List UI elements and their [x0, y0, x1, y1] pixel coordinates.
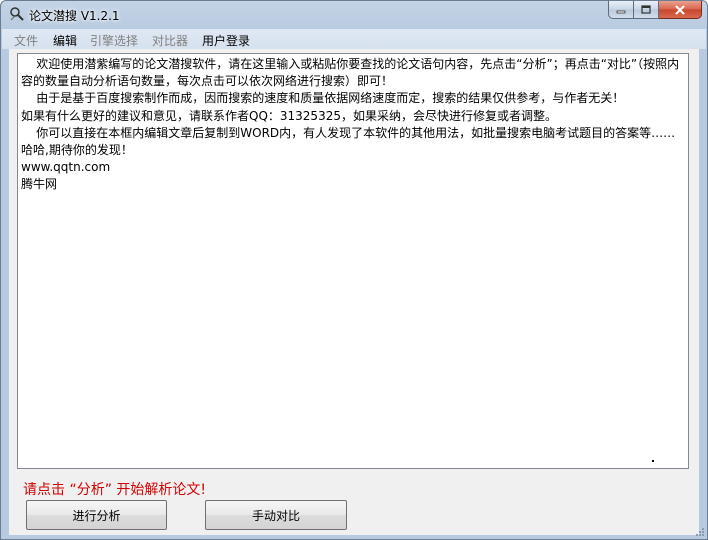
- client-area: 欢迎使用潜紫编写的论文潜搜软件，请在这里输入或粘贴你要查找的论文语句内容，先点击…: [9, 49, 699, 535]
- menu-file[interactable]: 文件: [14, 32, 38, 49]
- menu-engine-select[interactable]: 引擎选择: [90, 32, 138, 49]
- app-window: 论文潜搜 V1.2.1 文件 编辑 引擎选择 对比器 用户登录 欢迎使用潜紫编写…: [0, 0, 708, 540]
- window-title: 论文潜搜 V1.2.1: [29, 9, 120, 23]
- minimize-button[interactable]: [608, 1, 634, 19]
- menu-bar: 文件 编辑 引擎选择 对比器 用户登录: [2, 29, 706, 49]
- manual-compare-button[interactable]: 手动对比: [205, 500, 347, 530]
- status-prompt: 请点击 “分析” 开始解析论文!: [23, 482, 207, 498]
- close-icon: [675, 4, 685, 15]
- title-bar[interactable]: 论文潜搜 V1.2.1: [1, 1, 707, 29]
- caption-buttons: [608, 1, 702, 20]
- close-button[interactable]: [659, 1, 702, 19]
- text-cursor: [652, 460, 654, 462]
- app-icon: [10, 7, 24, 21]
- analyze-button[interactable]: 进行分析: [26, 500, 167, 530]
- article-textarea[interactable]: 欢迎使用潜紫编写的论文潜搜软件，请在这里输入或粘贴你要查找的论文语句内容，先点击…: [17, 53, 689, 469]
- menu-comparer[interactable]: 对比器: [152, 32, 188, 49]
- resize-grip-icon[interactable]: [694, 526, 704, 536]
- maximize-button[interactable]: [634, 1, 659, 19]
- minimize-icon: [616, 10, 626, 13]
- maximize-icon: [641, 5, 651, 14]
- article-text[interactable]: 欢迎使用潜紫编写的论文潜搜软件，请在这里输入或粘贴你要查找的论文语句内容，先点击…: [21, 56, 685, 194]
- menu-user-login[interactable]: 用户登录: [202, 32, 250, 49]
- menu-edit[interactable]: 编辑: [53, 32, 77, 49]
